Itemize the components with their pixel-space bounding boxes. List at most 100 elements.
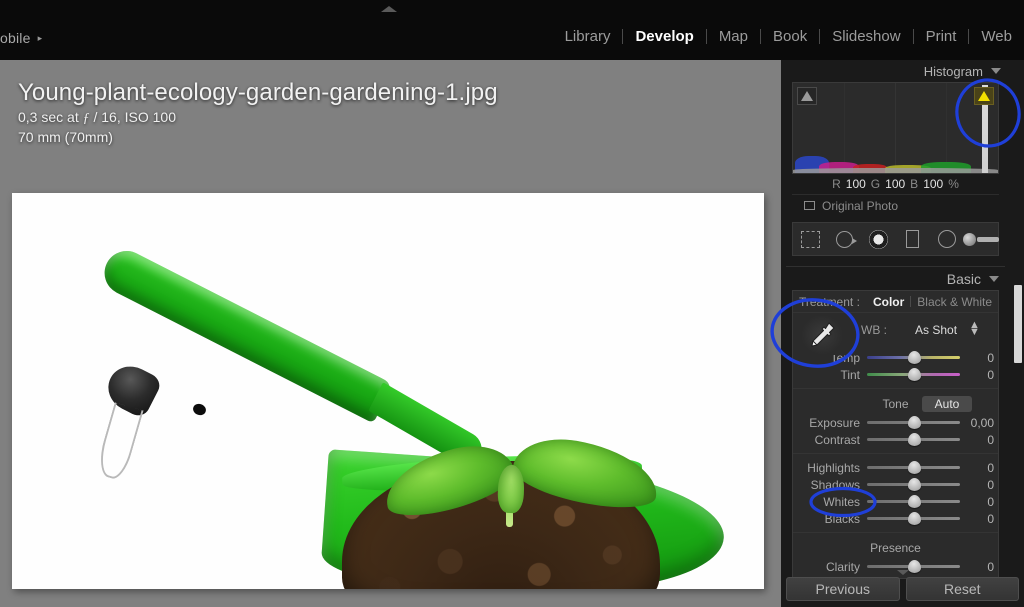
identity-plate-arrow-icon[interactable]: ▸ [38, 33, 43, 44]
slider-whites[interactable]: Whites 0 [793, 493, 998, 510]
image-work-area[interactable]: Young-plant-ecology-garden-gardening-1.j… [0, 60, 781, 607]
slider-value[interactable]: 0 [960, 478, 994, 492]
triangle-up-icon [978, 91, 990, 101]
top-panel-collapse-arrow-icon[interactable] [381, 6, 397, 12]
triangle-up-icon [801, 91, 813, 101]
slider-knob[interactable] [907, 416, 921, 429]
rgb-r-value: 100 [845, 177, 866, 191]
module-develop[interactable]: Develop [623, 28, 705, 45]
rgb-readout: R 100 G 100 B 100 % [792, 174, 999, 194]
tone-section-header: Tone Auto [793, 394, 998, 414]
red-eye-correction-tool[interactable] [866, 228, 890, 250]
treatment-row: Treatment : Color Black & White [793, 291, 998, 313]
rgb-g-value: 100 [885, 177, 906, 191]
spot-removal-tool[interactable] [832, 228, 857, 250]
slider-knob[interactable] [907, 495, 921, 508]
module-slideshow[interactable]: Slideshow [820, 28, 912, 45]
treatment-separator [910, 296, 912, 307]
panel-footer: Previous Reset [786, 577, 1019, 601]
rectangle-icon [906, 230, 920, 248]
checkbox-icon[interactable] [804, 201, 815, 210]
slider-value[interactable]: 0 [960, 368, 994, 382]
trowel-handle-hole [191, 402, 208, 417]
photo-info-overlay: Young-plant-ecology-garden-gardening-1.j… [18, 78, 498, 147]
reset-button[interactable]: Reset [905, 577, 1019, 601]
basic-panel-header[interactable]: Basic [786, 266, 1005, 290]
slider-knob[interactable] [907, 351, 921, 364]
chevron-down-icon[interactable] [989, 275, 999, 282]
slider-value[interactable]: 0 [960, 351, 994, 365]
slider-label: Clarity [825, 559, 860, 574]
module-book[interactable]: Book [761, 28, 819, 45]
slider-value[interactable]: 0 [960, 461, 994, 475]
module-print[interactable]: Print [914, 28, 969, 45]
bottom-panel-collapse-arrow-icon[interactable] [897, 570, 909, 575]
slider-exposure[interactable]: Exposure 0,00 [793, 414, 998, 431]
crop-overlay-tool[interactable] [798, 228, 822, 250]
slider-knob[interactable] [907, 461, 921, 474]
red-eye-icon [868, 229, 888, 249]
slider-blacks[interactable]: Blacks 0 [793, 510, 998, 527]
divider [793, 388, 998, 389]
auto-tone-button[interactable]: Auto [922, 396, 972, 412]
module-picker: Library Develop Map Book Slideshow Print… [553, 28, 1024, 45]
right-panel-scrollbar[interactable] [1014, 285, 1022, 363]
histogram-title: Histogram [923, 63, 983, 79]
previous-button[interactable]: Previous [786, 577, 900, 601]
slider-value[interactable]: 0 [960, 495, 994, 509]
graduated-filter-tool[interactable] [901, 228, 925, 250]
slider-value[interactable]: 0 [960, 512, 994, 526]
slider-value[interactable]: 0 [960, 560, 994, 574]
spot-removal-icon [835, 230, 857, 248]
treatment-option-color[interactable]: Color [873, 295, 904, 309]
slider-label: Whites [823, 494, 860, 509]
presence-section-header: Presence [793, 538, 998, 558]
slider-label: Shadows [810, 477, 860, 492]
photo-preview[interactable] [12, 193, 764, 589]
slider-knob[interactable] [907, 433, 921, 446]
slider-value[interactable]: 0,00 [960, 416, 994, 430]
up-down-stepper-icon[interactable]: ▲ ▼ [969, 320, 980, 338]
module-web[interactable]: Web [969, 28, 1024, 45]
shadow-clipping-indicator[interactable] [797, 87, 817, 105]
identity-plate[interactable]: obile ▸ [0, 30, 42, 46]
trowel-hanging-clip [94, 402, 144, 482]
original-photo-row[interactable]: Original Photo [792, 194, 999, 216]
slider-contrast[interactable]: Contrast 0 [793, 431, 998, 448]
white-balance-row: WB : As Shot ▲ ▼ [793, 313, 998, 355]
adjustment-brush-tool[interactable] [962, 228, 999, 250]
white-balance-selector[interactable] [801, 315, 843, 355]
histogram-graph[interactable] [792, 82, 999, 174]
histogram-panel-header[interactable]: Histogram [786, 60, 1005, 82]
module-map[interactable]: Map [707, 28, 760, 45]
presence-title: Presence [870, 541, 921, 555]
rgb-r-label: R [832, 177, 841, 191]
slider-tint[interactable]: Tint 0 [793, 366, 998, 383]
slider-knob[interactable] [907, 512, 921, 525]
module-library[interactable]: Library [553, 28, 623, 45]
highlight-clipping-indicator[interactable] [974, 87, 994, 105]
slider-knob[interactable] [907, 478, 921, 491]
slider-label: Contrast [814, 432, 860, 447]
histogram-luminance-base [793, 168, 998, 173]
white-balance-value[interactable]: As Shot [915, 323, 957, 337]
divider [793, 453, 998, 454]
chevron-down-icon[interactable] [991, 68, 1001, 74]
slider-highlights[interactable]: Highlights 0 [793, 459, 998, 476]
rgb-b-label: B [910, 177, 919, 191]
slider-shadows[interactable]: Shadows 0 [793, 476, 998, 493]
slider-knob[interactable] [907, 368, 921, 381]
slider-value[interactable]: 0 [960, 433, 994, 447]
radial-filter-tool[interactable] [935, 228, 959, 250]
slider-label: Highlights [807, 460, 860, 475]
brush-slider-icon [962, 232, 999, 246]
treatment-option-black-and-white[interactable]: Black & White [917, 295, 992, 309]
divider [793, 532, 998, 533]
basic-title: Basic [946, 270, 981, 287]
treatment-label: Treatment : [799, 294, 860, 309]
eyedropper-icon [811, 322, 835, 347]
slider-clarity[interactable]: Clarity 0 [793, 558, 998, 575]
slider-knob[interactable] [907, 560, 921, 573]
right-develop-panel: Histogram R 100 G 100 B 100 % Original P… [781, 60, 1024, 607]
seedling-leaf-center [497, 464, 525, 514]
